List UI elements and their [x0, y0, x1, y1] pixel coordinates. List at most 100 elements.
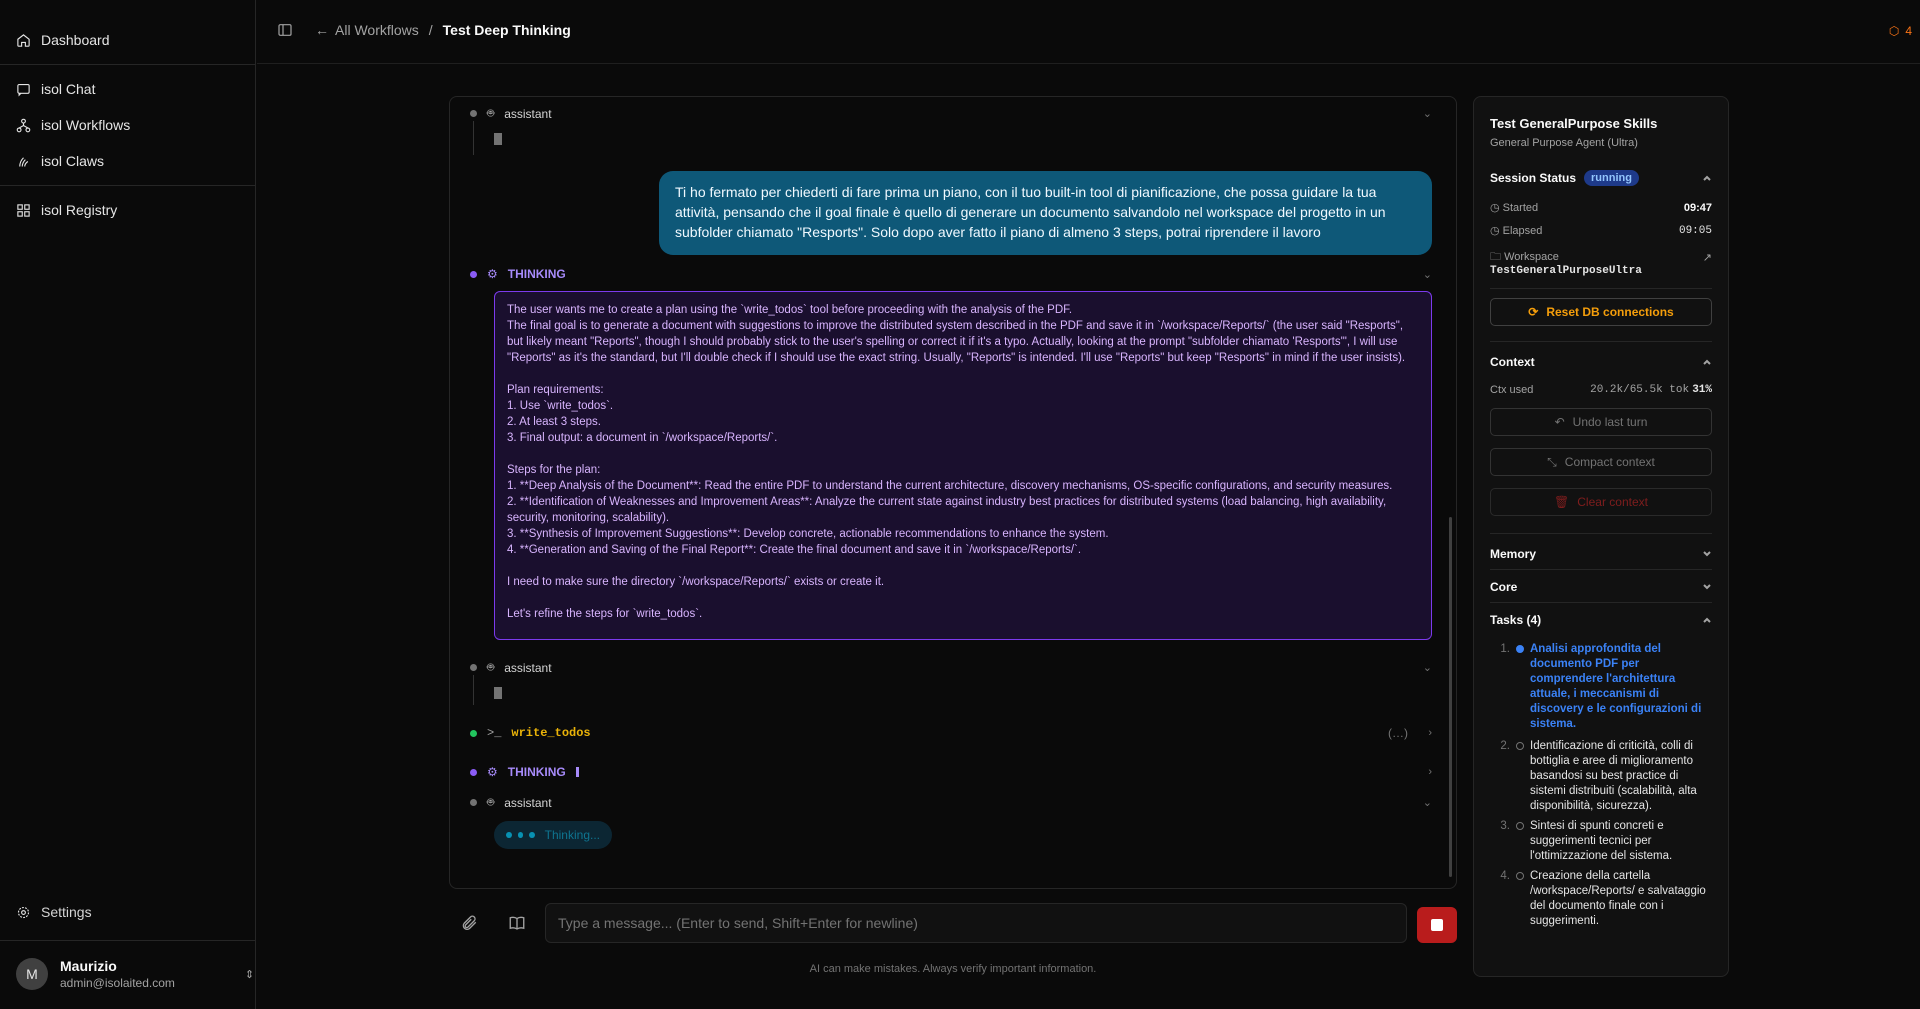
- divider: [1490, 533, 1712, 534]
- sidebar-toggle-icon[interactable]: [277, 22, 293, 38]
- agent-title: Test GeneralPurpose Skills: [1490, 116, 1658, 131]
- loading-dot: [529, 832, 535, 838]
- sidebar-item-label: isol Claws: [41, 153, 105, 169]
- section-title: Memory: [1490, 547, 1537, 561]
- brain-icon: ⚙: [487, 267, 498, 281]
- sidebar-item-label: isol Registry: [41, 202, 118, 218]
- grid-icon: [17, 203, 30, 217]
- chevron-right-icon: ›: [1428, 766, 1432, 778]
- button-label: Reset DB connections: [1546, 305, 1674, 319]
- sidebar-item-chat[interactable]: isol Chat: [16, 77, 95, 101]
- compact-context-button[interactable]: ⤡ Compact context: [1490, 448, 1712, 476]
- sidebar-item-settings[interactable]: Settings: [16, 900, 92, 924]
- assistant-label: assistant: [504, 795, 552, 810]
- task-text: Sintesi di spunti concreti e suggeriment…: [1530, 820, 1673, 862]
- home-icon: [17, 33, 30, 47]
- undo-button[interactable]: ↶ Undo last turn: [1490, 408, 1712, 436]
- undo-icon: ↶: [1554, 415, 1565, 429]
- sidebar: Dashboard isol Chat isol Workflows isol …: [0, 0, 256, 1009]
- task-number: 4.: [1500, 870, 1510, 882]
- thinking-indicator: Thinking...: [494, 821, 612, 849]
- ctx-used-row: Ctx used 20.2k/65.5k tok 31%: [1490, 383, 1712, 397]
- thinking-label: THINKING: [507, 267, 566, 281]
- gear-icon: [17, 906, 30, 918]
- divider: [1490, 569, 1712, 570]
- message-input[interactable]: [558, 915, 1394, 931]
- attach-icon[interactable]: [460, 914, 478, 932]
- chevron-down-icon: ⌄: [1422, 108, 1432, 120]
- breadcrumb: ← All Workflows / Test Deep Thinking: [277, 22, 571, 38]
- stop-icon: [1431, 919, 1443, 931]
- message-header-thinking[interactable]: ⚙ THINKING ›: [470, 765, 1432, 779]
- tasks-section[interactable]: Tasks (4): [1490, 613, 1712, 627]
- section-title: Session Status: [1490, 171, 1577, 185]
- avatar: M: [16, 958, 48, 990]
- user-menu[interactable]: M Maurizio admin@isolaited.com ⇕: [16, 958, 254, 990]
- agent-subtitle: General Purpose Agent (Ultra): [1490, 137, 1638, 149]
- sidebar-item-label: isol Chat: [41, 81, 96, 97]
- arrow-left-icon: ←: [315, 22, 329, 38]
- sidebar-item-dashboard[interactable]: Dashboard: [16, 28, 110, 52]
- session-status-section[interactable]: Session Status running: [1490, 170, 1712, 186]
- terminal-icon: >_: [487, 726, 502, 740]
- tool-name: write_todos: [511, 726, 591, 740]
- notification-badge[interactable]: ⬡ 4: [1889, 24, 1912, 38]
- divider: [1490, 288, 1712, 289]
- chevron-right-icon: ›: [1428, 727, 1432, 739]
- stop-button[interactable]: [1417, 907, 1457, 943]
- ctx-used-value: 20.2k/65.5k tok: [1590, 384, 1690, 396]
- task-item: 1. Analisi approfondita del documento PD…: [1490, 642, 1712, 732]
- streaming-cursor: [494, 687, 502, 699]
- bot-icon: 🤖︎: [487, 795, 495, 809]
- thinking-content: The user wants me to create a plan using…: [494, 291, 1432, 640]
- sidebar-item-label: Dashboard: [41, 32, 110, 48]
- task-text: Identificazione di criticità, colli di b…: [1530, 740, 1697, 812]
- elapsed-row: ◷ Elapsed 09:05: [1490, 224, 1712, 238]
- back-link[interactable]: ← All Workflows: [315, 22, 419, 38]
- thinking-label: THINKING: [507, 765, 566, 779]
- section-title: Core: [1490, 580, 1518, 594]
- streaming-cursor: [494, 133, 502, 145]
- message-header-assistant[interactable]: 🤖︎ assistant ⌄: [470, 105, 1432, 122]
- assistant-label: assistant: [504, 660, 552, 675]
- timeline-dot: [470, 270, 477, 278]
- context-section[interactable]: Context: [1490, 355, 1712, 369]
- divider: [1490, 602, 1712, 603]
- elapsed-value: 09:05: [1678, 224, 1712, 237]
- folder-icon: 🗀: [1490, 251, 1505, 263]
- started-row: ◷ Started 09:47: [1490, 201, 1712, 215]
- thinking-status: Thinking...: [544, 828, 600, 842]
- sidebar-item-registry[interactable]: isol Registry: [16, 198, 117, 222]
- memory-section[interactable]: Memory: [1490, 547, 1712, 561]
- timeline-line: [473, 675, 474, 705]
- tool-call-row[interactable]: >_ write_todos (…) ›: [470, 726, 1432, 740]
- clear-context-button[interactable]: 🗑︎ Clear context: [1490, 488, 1712, 516]
- scrollbar[interactable]: [1449, 517, 1452, 877]
- external-link-icon[interactable]: ↗: [1703, 251, 1712, 264]
- claws-icon: [19, 156, 29, 167]
- timeline-line: [473, 121, 474, 155]
- message-header-assistant[interactable]: 🤖︎ assistant ⌄: [470, 794, 1432, 811]
- book-icon[interactable]: [508, 914, 526, 932]
- section-title: Tasks (4): [1490, 613, 1542, 627]
- divider: [0, 940, 256, 941]
- chevron-up-icon: [1703, 175, 1711, 181]
- timeline-dot: [470, 664, 477, 671]
- reset-db-button[interactable]: ⟳ Reset DB connections: [1490, 298, 1712, 326]
- sidebar-item-claws[interactable]: isol Claws: [16, 149, 104, 173]
- minimize-icon: ⤡: [1547, 454, 1557, 469]
- core-section[interactable]: Core: [1490, 580, 1712, 594]
- sidebar-item-workflows[interactable]: isol Workflows: [16, 113, 130, 137]
- task-number: 2.: [1500, 740, 1510, 752]
- message-header-thinking[interactable]: ⚙ THINKING ⌄: [470, 267, 1432, 281]
- task-number: 1.: [1500, 643, 1510, 655]
- divider: [0, 64, 256, 65]
- timeline-dot: [470, 110, 477, 117]
- message-header-assistant[interactable]: 🤖︎ assistant ⌄: [470, 659, 1432, 676]
- chevron-down-icon: ⌄: [1422, 662, 1432, 674]
- label: Ctx used: [1490, 383, 1534, 396]
- chevron-up-icon: [1703, 617, 1711, 623]
- chevron-up-icon: [1703, 359, 1711, 365]
- sidebar-item-label: Settings: [41, 904, 92, 920]
- started-value: 09:47: [1683, 201, 1712, 214]
